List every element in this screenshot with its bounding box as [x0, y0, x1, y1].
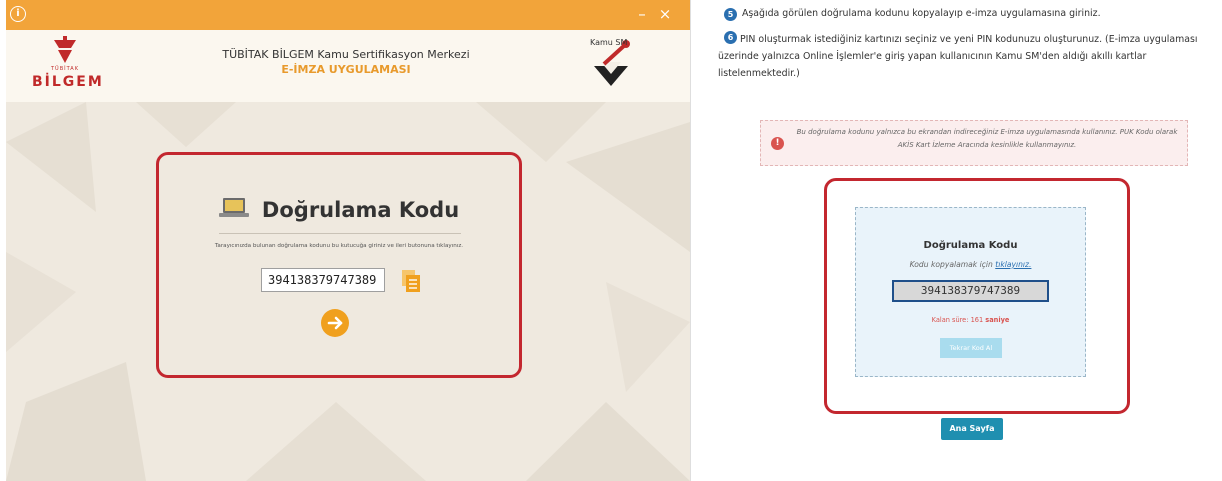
screenshot-stage: i – × TÜBİTAK BİLGEM TÜBİTAK BİLGEM Kamu…: [0, 0, 1222, 481]
warning-icon: !: [771, 137, 784, 150]
step-5-text: Aşağıda görülen doğrulama kodunu kopyala…: [742, 8, 1101, 19]
app-titlebar: i – ×: [6, 0, 690, 30]
info-icon[interactable]: i: [10, 6, 26, 22]
verification-title-row: Doğrulama Kodu: [159, 197, 519, 223]
warning-alert: ! Bu doğrulama kodunu yalnızca bu ekrand…: [760, 120, 1188, 166]
copy-icon[interactable]: [401, 270, 421, 292]
verification-title: Doğrulama Kodu: [261, 198, 460, 222]
close-button[interactable]: ×: [657, 5, 673, 23]
arrow-right-icon: [327, 316, 343, 330]
next-button[interactable]: [321, 309, 349, 337]
app-header: TÜBİTAK BİLGEM TÜBİTAK BİLGEM Kamu Serti…: [6, 30, 690, 102]
laptop-icon: [218, 197, 249, 223]
app-body: Doğrulama Kodu Tarayıcınızda bulunan doğ…: [6, 102, 690, 481]
window-divider: [690, 0, 691, 481]
verification-code-input[interactable]: 394138379747389: [261, 268, 385, 292]
bilgem-logo-small-text: TÜBİTAK: [51, 66, 79, 72]
bilgem-logo-text: BİLGEM: [32, 74, 104, 90]
app-subtitle: E-İMZA UYGULAMASI: [281, 63, 411, 76]
warning-text: Bu doğrulama kodunu yalnızca bu ekrandan…: [796, 128, 1178, 149]
step-5-badge: 5: [724, 8, 737, 21]
verification-code-card: Doğrulama Kodu Kodu kopyalamak için tıkl…: [855, 207, 1086, 377]
eimza-app-window: i – × TÜBİTAK BİLGEM TÜBİTAK BİLGEM Kamu…: [6, 0, 690, 481]
verification-code-display[interactable]: 394138379747389: [892, 280, 1049, 302]
app-title: TÜBİTAK BİLGEM Kamu Sertifikasyon Merkez…: [222, 48, 470, 61]
bilgem-logo: TÜBİTAK BİLGEM: [32, 36, 104, 94]
copy-hint: Kodu kopyalamak için tıklayınız.: [856, 260, 1085, 269]
get-new-code-button[interactable]: Tekrar Kod Al: [940, 338, 1002, 358]
remaining-time-value: 161: [970, 316, 984, 324]
web-code-panel-highlight: Doğrulama Kodu Kodu kopyalamak için tıkl…: [824, 178, 1130, 414]
remaining-time-unit: saniye: [985, 316, 1010, 324]
window-gap: [690, 0, 716, 481]
web-instructions-page: 5 Aşağıda görülen doğrulama kodunu kopya…: [716, 0, 1222, 481]
title-divider: [219, 233, 461, 234]
verification-instruction: Tarayıcınızda bulunan doğrulama kodunu b…: [214, 243, 464, 249]
step-6-text: PIN oluşturmak istediğiniz kartınızı seç…: [718, 34, 1198, 79]
kamusm-logo: Kamu SM: [586, 38, 636, 94]
minimize-button[interactable]: –: [634, 5, 650, 23]
card-title: Doğrulama Kodu: [923, 240, 1018, 251]
bilgem-emblem-icon: [54, 36, 76, 63]
copy-code-link[interactable]: tıklayınız.: [995, 260, 1031, 269]
remaining-time: Kalan süre: 161 saniye: [856, 316, 1085, 324]
kamusm-logo-text: Kamu SM: [590, 38, 628, 47]
home-page-button[interactable]: Ana Sayfa: [941, 418, 1003, 440]
remaining-time-label: Kalan süre:: [931, 316, 969, 324]
copy-hint-text: Kodu kopyalamak için: [909, 260, 993, 269]
verification-panel-highlight: Doğrulama Kodu Tarayıcınızda bulunan doğ…: [156, 152, 522, 378]
